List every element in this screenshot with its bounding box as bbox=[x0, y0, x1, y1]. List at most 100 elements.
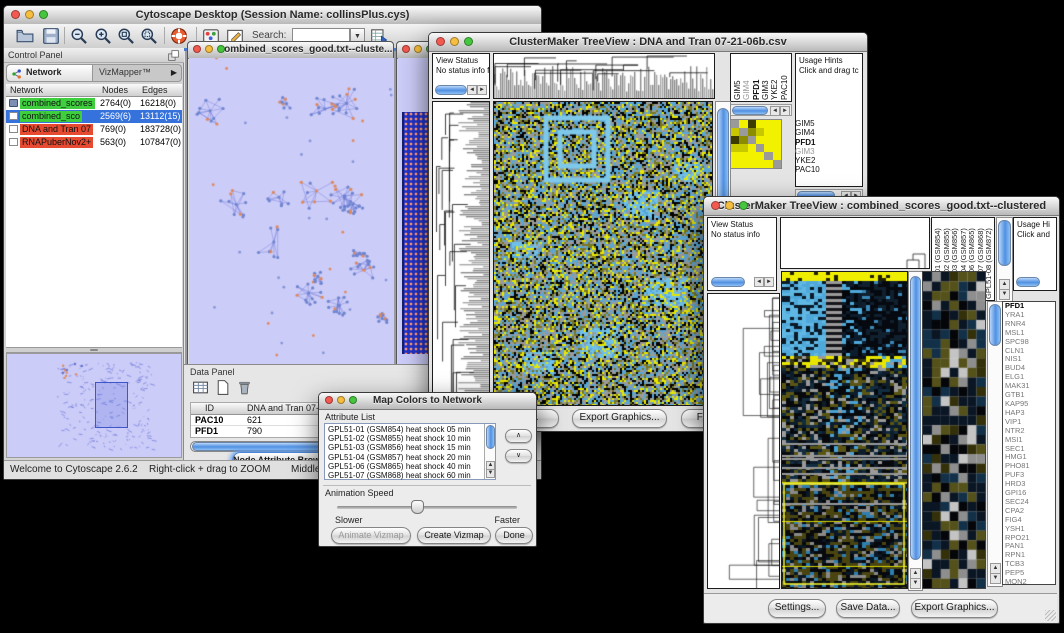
birdseye-viewport-rect[interactable] bbox=[95, 382, 128, 428]
minimize-button[interactable] bbox=[450, 37, 459, 46]
id-column-header[interactable]: ID bbox=[205, 403, 214, 413]
tv1-column-label[interactable]: GIM4 bbox=[742, 55, 751, 100]
minimize-button[interactable] bbox=[414, 45, 422, 53]
network-list-row[interactable]: combined_scores2764(0)16218(0) bbox=[6, 97, 182, 110]
minimize-button[interactable] bbox=[205, 45, 213, 53]
tab-overflow-arrow[interactable]: ▶ bbox=[171, 68, 177, 77]
tv1-row-label[interactable]: PFD1 bbox=[795, 138, 857, 147]
network-list-row[interactable]: RNAPuberNov2+563(0)107847(0) bbox=[6, 136, 182, 149]
cytoscape-titlebar[interactable]: Cytoscape Desktop (Session Name: collins… bbox=[4, 6, 541, 25]
float-panel-icon[interactable] bbox=[167, 49, 180, 62]
tv1-column-label[interactable]: GIM5 bbox=[733, 55, 742, 100]
col-network[interactable]: Network bbox=[10, 85, 43, 95]
global-heatmap[interactable] bbox=[781, 271, 908, 589]
zoom-button[interactable] bbox=[464, 37, 473, 46]
zoom-selected-icon[interactable] bbox=[117, 27, 135, 45]
column-dendrogram[interactable] bbox=[780, 217, 930, 269]
tv1-row-label[interactable]: GIM5 bbox=[795, 119, 857, 128]
new-attribute-icon[interactable] bbox=[214, 379, 232, 397]
birdseye-canvas[interactable] bbox=[7, 354, 181, 457]
help-icon[interactable] bbox=[170, 27, 188, 45]
tv1-column-label[interactable]: GIM3 bbox=[761, 55, 770, 100]
minimize-button[interactable] bbox=[25, 10, 34, 19]
attribute-item[interactable]: GPL51-01 (GSM854) heat shock 05 min bbox=[325, 425, 484, 434]
export-graphics-button[interactable]: Export Graphics... bbox=[572, 409, 667, 428]
network-canvas-1[interactable] bbox=[189, 58, 394, 367]
tv1-column-label[interactable]: PFD1 bbox=[752, 55, 761, 100]
attribute-item[interactable]: GPL51-03 (GSM856) heat shock 15 min bbox=[325, 443, 484, 452]
collabel-vscrollbar[interactable]: ▲ ▼ bbox=[996, 217, 1013, 303]
birdseye-view[interactable] bbox=[6, 353, 182, 458]
tv2-gene-label[interactable]: MON2 bbox=[1005, 578, 1055, 585]
network-edges: 183728(0) bbox=[140, 123, 181, 136]
animate-vizmap-button[interactable]: Animate Vizmap bbox=[331, 527, 411, 544]
close-button[interactable] bbox=[11, 10, 20, 19]
row-dendrogram[interactable] bbox=[432, 101, 490, 406]
dialog-titlebar[interactable]: Map Colors to Network bbox=[319, 393, 536, 410]
done-button[interactable]: Done bbox=[495, 527, 533, 544]
tv1-column-label[interactable]: PAC10 bbox=[780, 55, 789, 100]
usage-hints-scrollbar[interactable] bbox=[1016, 277, 1040, 287]
gene-list-scrollbar[interactable]: ▲ ▼ bbox=[987, 301, 1003, 587]
export-graphics-button[interactable]: Export Graphics... bbox=[911, 599, 998, 618]
save-data-button[interactable]: Save Data... bbox=[836, 599, 900, 618]
create-vizmap-button[interactable]: Create Vizmap bbox=[417, 527, 491, 544]
column-dendrogram[interactable] bbox=[493, 53, 715, 99]
zoom-out-icon[interactable] bbox=[70, 27, 88, 45]
delete-attribute-icon[interactable] bbox=[236, 379, 254, 397]
attribute-item[interactable]: GPL51-07 (GSM868) heat shock 60 min bbox=[325, 471, 484, 480]
close-button[interactable] bbox=[325, 396, 333, 404]
settings-button[interactable]: Settings... bbox=[768, 599, 826, 618]
open-icon[interactable] bbox=[16, 27, 34, 45]
minimize-button[interactable] bbox=[725, 201, 734, 210]
resize-grip[interactable] bbox=[1045, 610, 1056, 621]
scroll-left-arrow[interactable]: ◄ bbox=[467, 85, 477, 95]
tv1-row-label[interactable]: GIM4 bbox=[795, 128, 857, 137]
close-button[interactable] bbox=[402, 45, 410, 53]
view-status-scrollbar[interactable] bbox=[711, 277, 745, 287]
zoom-fit-icon[interactable] bbox=[140, 27, 158, 45]
close-button[interactable] bbox=[711, 201, 720, 210]
tab-vizmapper[interactable]: VizMapper™ bbox=[94, 65, 166, 81]
zoom-button[interactable] bbox=[739, 201, 748, 210]
attribute-item[interactable]: GPL51-04 (GSM857) heat shock 20 min bbox=[325, 453, 484, 462]
file-icon bbox=[9, 112, 18, 120]
row-dendrogram[interactable] bbox=[707, 293, 780, 589]
treeview2-titlebar[interactable]: ClusterMaker TreeView : combined_scores_… bbox=[704, 197, 1059, 216]
tv1-column-label[interactable]: YKE2 bbox=[770, 55, 779, 100]
zoom-matrix[interactable] bbox=[730, 119, 782, 169]
animation-slider-track[interactable] bbox=[337, 506, 517, 509]
zoom-button[interactable] bbox=[217, 45, 225, 53]
close-button[interactable] bbox=[436, 37, 445, 46]
attribute-table-icon[interactable] bbox=[192, 379, 210, 397]
move-down-button[interactable]: ∨ bbox=[505, 449, 532, 463]
attribute-item[interactable]: GPL51-02 (GSM855) heat shock 10 min bbox=[325, 434, 484, 443]
animation-slider-thumb[interactable] bbox=[411, 500, 424, 514]
minimize-button[interactable] bbox=[337, 396, 345, 404]
global-heatmap[interactable] bbox=[493, 101, 713, 406]
tv1-row-label[interactable]: GIM3 bbox=[795, 147, 857, 156]
zoom-heatmap[interactable] bbox=[922, 271, 986, 589]
network-list-row[interactable]: combined_sco2569(6)13112(15) bbox=[6, 110, 182, 123]
scroll-right-arrow[interactable]: ► bbox=[477, 85, 487, 95]
close-button[interactable] bbox=[193, 45, 201, 53]
zoom-in-icon[interactable] bbox=[94, 27, 112, 45]
col-edges[interactable]: Edges bbox=[142, 85, 168, 95]
dense-network-cluster[interactable] bbox=[402, 112, 430, 354]
tv1-collabel-scrollbar[interactable]: ◄ ► bbox=[730, 104, 792, 116]
tab-network[interactable]: Network bbox=[7, 65, 93, 81]
view-status-scrollbar[interactable] bbox=[435, 85, 467, 95]
tv1-row-label[interactable]: YKE2 bbox=[795, 156, 857, 165]
move-up-button[interactable]: ∧ bbox=[505, 429, 532, 443]
tv1-row-label[interactable]: PAC10 bbox=[795, 165, 857, 174]
heatmap-vscrollbar[interactable]: ▲ ▼ bbox=[908, 271, 923, 591]
save-icon[interactable] bbox=[42, 27, 60, 45]
network-list-row[interactable]: DNA and Tran 07769(0)183728(0) bbox=[6, 123, 182, 136]
attribute-listbox[interactable]: GPL51-01 (GSM854) heat shock 05 minGPL51… bbox=[324, 423, 496, 480]
col-nodes[interactable]: Nodes bbox=[102, 85, 128, 95]
attribute-list-scrollbar[interactable]: ▲ ▼ bbox=[484, 424, 495, 479]
attribute-item[interactable]: GPL51-06 (GSM865) heat shock 40 min bbox=[325, 462, 484, 471]
zoom-button[interactable] bbox=[39, 10, 48, 19]
treeview1-titlebar[interactable]: ClusterMaker TreeView : DNA and Tran 07-… bbox=[429, 33, 867, 52]
zoom-button[interactable] bbox=[349, 396, 357, 404]
